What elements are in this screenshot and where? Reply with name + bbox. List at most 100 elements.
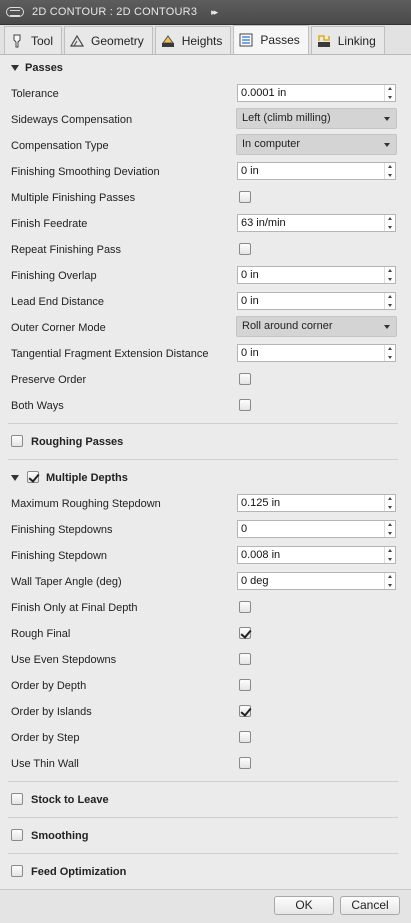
lead-end-distance-field[interactable]: 0 in — [237, 292, 396, 310]
finishing-stepdowns-label: Finishing Stepdowns — [11, 524, 113, 536]
field-value: 0.008 in — [241, 549, 281, 561]
outer-corner-mode-label: Outer Corner Mode — [11, 322, 106, 334]
divider — [8, 853, 398, 854]
cancel-button[interactable]: Cancel — [340, 896, 400, 915]
use-even-stepdowns-checkbox[interactable] — [239, 653, 251, 665]
feed-optimization-checkbox[interactable] — [11, 865, 23, 877]
fast-forward-icon[interactable]: ▸▸ — [211, 7, 218, 18]
tangential-fragment-field[interactable]: 0 in — [237, 344, 396, 362]
divider — [8, 781, 398, 782]
both-ways-checkbox[interactable] — [239, 399, 251, 411]
wall-taper-angle-row: Wall Taper Angle (deg) 0 deg — [0, 570, 411, 596]
lead-end-distance-label: Lead End Distance — [11, 296, 104, 308]
stepper-arrows[interactable] — [384, 85, 395, 101]
stepper-arrows[interactable] — [384, 293, 395, 309]
finish-only-final-depth-checkbox[interactable] — [239, 601, 251, 613]
stock-to-leave-checkbox[interactable] — [11, 793, 23, 805]
use-thin-wall-row: Use Thin Wall — [0, 752, 411, 778]
dropdown-value: Roll around corner — [242, 320, 333, 332]
wall-taper-angle-label: Wall Taper Angle (deg) — [11, 576, 122, 588]
roughing-passes-checkbox[interactable] — [11, 435, 23, 447]
use-thin-wall-checkbox[interactable] — [239, 757, 251, 769]
collapse-triangle-icon[interactable] — [11, 65, 19, 71]
field-value: 0 — [241, 523, 248, 535]
finishing-overlap-label: Finishing Overlap — [11, 270, 97, 282]
order-by-islands-label: Order by Islands — [11, 706, 92, 718]
tab-heights[interactable]: Heights — [154, 26, 232, 54]
stepper-arrows[interactable] — [384, 521, 395, 537]
sideways-compensation-dropdown[interactable]: Left (climb milling) — [236, 108, 397, 129]
sideways-compensation-label: Sideways Compensation — [11, 114, 133, 126]
max-roughing-stepdown-field[interactable]: 0.125 in — [237, 494, 396, 512]
stepper-arrows[interactable] — [384, 163, 395, 179]
finishing-overlap-row: Finishing Overlap 0 in — [0, 264, 411, 290]
order-by-step-checkbox[interactable] — [239, 731, 251, 743]
feed-optimization-section: Feed Optimization — [0, 860, 411, 886]
finishing-smoothing-deviation-field[interactable]: 0 in — [237, 162, 396, 180]
stepper-arrows[interactable] — [384, 267, 395, 283]
stepper-arrows[interactable] — [384, 547, 395, 563]
preserve-order-row: Preserve Order — [0, 368, 411, 394]
order-by-depth-row: Order by Depth — [0, 674, 411, 700]
compensation-type-dropdown[interactable]: In computer — [236, 134, 397, 155]
roughing-passes-section: Roughing Passes — [0, 430, 411, 456]
rough-final-label: Rough Final — [11, 628, 71, 640]
order-by-islands-checkbox[interactable] — [239, 705, 251, 717]
window-title: 2D CONTOUR : 2D CONTOUR3 — [32, 6, 198, 18]
field-value: 0 in — [241, 295, 259, 307]
rough-final-checkbox[interactable] — [239, 627, 251, 639]
title-bar: 2D CONTOUR : 2D CONTOUR3 ▸▸ — [0, 0, 411, 25]
tab-tool[interactable]: Tool — [4, 26, 63, 54]
finishing-stepdowns-field[interactable]: 0 — [237, 520, 396, 538]
chevron-down-icon — [384, 143, 390, 147]
smoothing-checkbox[interactable] — [11, 829, 23, 841]
finishing-stepdown-field[interactable]: 0.008 in — [237, 546, 396, 564]
wall-taper-angle-field[interactable]: 0 deg — [237, 572, 396, 590]
finishing-stepdowns-row: Finishing Stepdowns 0 — [0, 518, 411, 544]
outer-corner-mode-row: Outer Corner Mode Roll around corner — [0, 316, 411, 342]
stepper-arrows[interactable] — [384, 573, 395, 589]
feed-optimization-label: Feed Optimization — [31, 866, 127, 878]
divider — [8, 817, 398, 818]
both-ways-row: Both Ways — [0, 394, 411, 420]
repeat-finishing-pass-row: Repeat Finishing Pass — [0, 238, 411, 264]
repeat-finishing-pass-checkbox[interactable] — [239, 243, 251, 255]
stepper-arrows[interactable] — [384, 495, 395, 511]
use-thin-wall-label: Use Thin Wall — [11, 758, 79, 770]
field-value: 0 deg — [241, 575, 269, 587]
multiple-finishing-passes-checkbox[interactable] — [239, 191, 251, 203]
tolerance-field[interactable]: 0.0001 in — [237, 84, 396, 102]
tab-passes[interactable]: Passes — [233, 25, 309, 54]
dropdown-value: In computer — [242, 138, 301, 150]
divider — [8, 459, 398, 460]
preserve-order-label: Preserve Order — [11, 374, 87, 386]
multiple-finishing-passes-label: Multiple Finishing Passes — [11, 192, 136, 204]
tab-label: Tool — [31, 33, 54, 48]
stepper-arrows[interactable] — [384, 215, 395, 231]
finish-only-final-depth-row: Finish Only at Final Depth — [0, 596, 411, 622]
multiple-depths-checkbox[interactable] — [27, 471, 39, 483]
finishing-overlap-field[interactable]: 0 in — [237, 266, 396, 284]
passes-icon — [238, 32, 254, 48]
tab-linking[interactable]: Linking — [310, 26, 385, 54]
divider — [8, 423, 398, 424]
max-roughing-stepdown-row: Maximum Roughing Stepdown 0.125 in — [0, 492, 411, 518]
ok-button[interactable]: OK — [274, 896, 334, 915]
collapse-triangle-icon[interactable] — [11, 475, 19, 481]
order-by-depth-checkbox[interactable] — [239, 679, 251, 691]
max-roughing-stepdown-label: Maximum Roughing Stepdown — [11, 498, 161, 510]
geometry-icon — [69, 33, 85, 49]
passes-section-header[interactable]: Passes — [0, 56, 411, 82]
outer-corner-mode-dropdown[interactable]: Roll around corner — [236, 316, 397, 337]
preserve-order-checkbox[interactable] — [239, 373, 251, 385]
tangential-fragment-row: Tangential Fragment Extension Distance 0… — [0, 342, 411, 368]
tab-geometry[interactable]: Geometry — [64, 26, 153, 54]
stepper-arrows[interactable] — [384, 345, 395, 361]
finish-feedrate-label: Finish Feedrate — [11, 218, 88, 230]
finishing-stepdown-label: Finishing Stepdown — [11, 550, 108, 562]
use-even-stepdowns-label: Use Even Stepdowns — [11, 654, 117, 666]
order-by-depth-label: Order by Depth — [11, 680, 87, 692]
tab-label: Geometry — [91, 33, 144, 48]
finish-feedrate-field[interactable]: 63 in/min — [237, 214, 396, 232]
rough-final-row: Rough Final — [0, 622, 411, 648]
